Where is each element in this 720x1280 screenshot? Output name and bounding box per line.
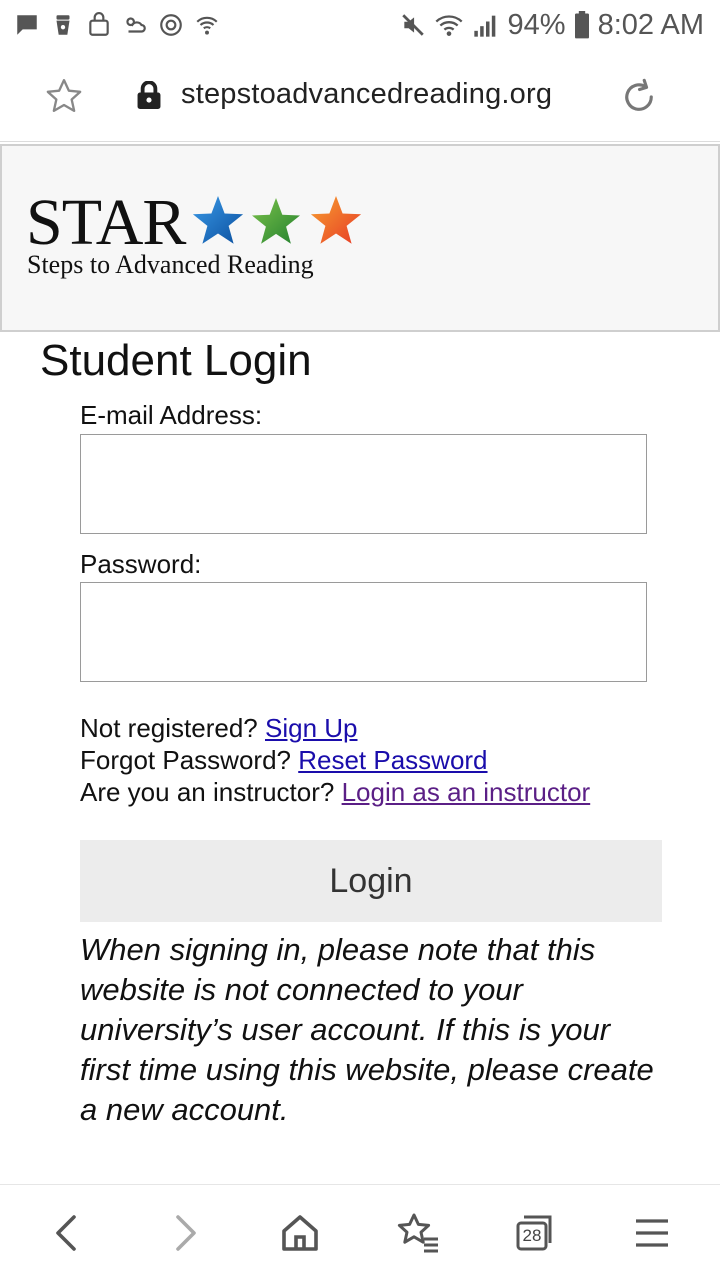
reset-password-link[interactable]: Reset Password — [298, 745, 487, 775]
tabs-button[interactable]: 28 — [510, 1209, 558, 1257]
signal-icon — [473, 15, 495, 37]
logo-stars-icon — [192, 196, 362, 244]
bookmarks-icon[interactable] — [394, 1209, 442, 1257]
bookmark-star-icon[interactable] — [44, 76, 84, 116]
site-header-banner: STAR Steps to Advanced Reading — [0, 144, 720, 332]
wifi-icon — [435, 15, 463, 36]
sign-up-row: Not registered? Sign Up — [80, 712, 590, 744]
coffee-icon — [56, 15, 70, 35]
lock-icon — [137, 81, 161, 109]
logo-tagline: Steps to Advanced Reading — [27, 250, 314, 279]
back-icon[interactable] — [44, 1209, 92, 1257]
reload-icon[interactable] — [618, 76, 660, 118]
home-icon[interactable] — [276, 1209, 324, 1257]
orange-star-icon — [310, 196, 362, 244]
reset-password-row: Forgot Password? Reset Password — [80, 744, 590, 776]
menu-icon[interactable] — [628, 1209, 676, 1257]
email-field[interactable] — [80, 434, 647, 534]
battery-percent: 94% — [507, 8, 566, 41]
not-registered-text: Not registered? — [80, 713, 258, 743]
password-field[interactable] — [80, 582, 647, 682]
bag-icon — [89, 12, 109, 36]
browser-url-bar: stepstoadvancedreading.org — [0, 50, 720, 142]
password-label: Password: — [80, 549, 202, 579]
logo-text: STAR — [26, 186, 186, 259]
instructor-question-text: Are you an instructor? — [80, 777, 335, 807]
email-label: E-mail Address: — [80, 400, 263, 430]
url-text[interactable]: stepstoadvancedreading.org — [181, 78, 552, 111]
login-button[interactable]: Login — [80, 840, 662, 922]
instructor-row: Are you an instructor? Login as an instr… — [80, 776, 590, 808]
forward-icon[interactable] — [160, 1209, 208, 1257]
browser-bottom-nav: 28 — [0, 1184, 720, 1280]
instructor-login-link[interactable]: Login as an instructor — [342, 777, 591, 807]
sync-icon — [160, 14, 182, 36]
tab-count: 28 — [522, 1226, 542, 1245]
page-title: Student Login — [40, 336, 312, 385]
wifi-call-icon — [196, 16, 218, 35]
status-bar: 94% 8:02 AM — [0, 0, 720, 50]
sign-up-link[interactable]: Sign Up — [265, 713, 358, 743]
account-links: Not registered? Sign Up Forgot Password?… — [80, 712, 590, 808]
green-star-icon — [252, 198, 300, 244]
blue-star-icon — [192, 196, 244, 244]
mute-icon — [401, 14, 424, 36]
forgot-password-text: Forgot Password? — [80, 745, 291, 775]
battery-icon — [574, 11, 589, 39]
system-status: 94% 8:02 AM — [400, 9, 720, 42]
weather-icon — [126, 17, 146, 33]
clock: 8:02 AM — [597, 8, 704, 41]
sign-in-note: When signing in, please note that this w… — [80, 932, 654, 1127]
message-icon — [17, 15, 37, 35]
notification-icons — [0, 12, 220, 38]
